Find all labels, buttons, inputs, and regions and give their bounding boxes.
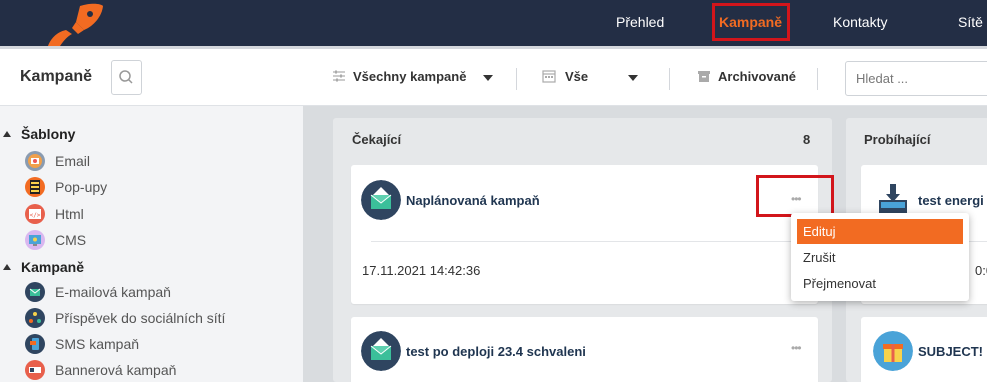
search-input[interactable]: [845, 61, 987, 96]
sms-icon: [25, 334, 45, 354]
sidebar-item-label: Html: [55, 206, 84, 222]
menu-item-edituj[interactable]: Edituj: [797, 219, 963, 244]
nav-site[interactable]: Sítě: [958, 14, 983, 30]
archived-button[interactable]: Archivované: [718, 69, 796, 84]
card-title[interactable]: SUBJECT!: [918, 344, 983, 359]
sidebar-item-popups[interactable]: Pop-upy: [25, 176, 107, 198]
sidebar-item-html[interactable]: </> Html: [25, 203, 84, 225]
campaign-card[interactable]: SUBJECT!: [861, 317, 987, 382]
sidebar-item-label: Bannerová kampaň: [55, 362, 177, 378]
archive-icon: [698, 71, 710, 82]
banner-icon: [25, 360, 45, 380]
chevron-down-icon: [628, 75, 638, 81]
sidebar: Šablony Email Pop-upy </> Html CMS Kampa…: [0, 106, 303, 382]
card-divider: [371, 241, 798, 242]
sidebar-item-banner[interactable]: Bannerová kampaň: [25, 359, 176, 381]
svg-text:</>: </>: [30, 212, 41, 219]
rocket-logo-icon[interactable]: [42, 2, 106, 46]
menu-highlight-box: [756, 175, 834, 217]
column-title: Probíhající: [864, 132, 931, 147]
section-label: Šablony: [21, 126, 76, 142]
filter-campaigns-dropdown[interactable]: Všechny kampaně: [353, 69, 466, 84]
search-button[interactable]: [111, 60, 142, 95]
menu-item-prejmenovat[interactable]: Přejmenovat: [797, 271, 963, 296]
sidebar-item-sms[interactable]: SMS kampaň: [25, 333, 139, 355]
column-cekajici: Čekající 8 Naplánovaná kampaň ••• 17.11.…: [333, 118, 832, 382]
campaign-card[interactable]: Naplánovaná kampaň ••• 17.11.2021 14:42:…: [351, 165, 818, 304]
chevron-down-icon: [483, 75, 493, 81]
gift-icon: [873, 331, 913, 371]
popup-icon: [25, 177, 45, 197]
calendar-icon: [542, 70, 556, 83]
top-navbar: Přehled Kampaně Kontakty Sítě: [0, 0, 987, 46]
menu-item-zrusit[interactable]: Zrušit: [797, 245, 963, 270]
email-template-icon: [25, 151, 45, 171]
sidebar-item-cms[interactable]: CMS: [25, 229, 86, 251]
card-menu-dots[interactable]: •••: [791, 341, 802, 355]
sidebar-item-social-post[interactable]: Příspěvek do sociálních sítí: [25, 307, 225, 329]
email-campaign-icon: [361, 331, 401, 371]
sidebar-item-email-campaign[interactable]: E-mailová kampaň: [25, 281, 171, 303]
sidebar-item-label: E-mailová kampaň: [55, 284, 171, 300]
nav-prehled[interactable]: Přehled: [616, 14, 664, 30]
divider: [669, 68, 670, 90]
collapse-triangle-icon: [3, 264, 11, 270]
card-date: 0:0: [975, 263, 987, 278]
card-title[interactable]: test po deploji 23.4 schvaleni: [406, 344, 586, 359]
nav-highlight-box: [712, 3, 790, 41]
column-title: Čekající: [352, 132, 402, 147]
card-title[interactable]: test energi: [918, 193, 984, 208]
card-context-menu: Edituj Zrušit Přejmenovat: [791, 213, 969, 301]
social-post-icon: [25, 308, 45, 328]
sidebar-item-email[interactable]: Email: [25, 150, 90, 172]
sliders-icon: [333, 70, 345, 82]
sidebar-item-label: SMS kampaň: [55, 336, 140, 352]
card-title[interactable]: Naplánovaná kampaň: [406, 193, 540, 208]
sidebar-item-label: Příspěvek do sociálních sítí: [55, 310, 226, 326]
sidebar-item-label: CMS: [55, 232, 87, 248]
filter-time-dropdown[interactable]: Vše: [565, 69, 588, 84]
sidebar-item-label: Pop-upy: [55, 179, 108, 195]
sidebar-section-sablony[interactable]: Šablony: [3, 126, 75, 142]
email-campaign-icon: [361, 180, 401, 220]
campaign-card[interactable]: test po deploji 23.4 schvaleni •••: [351, 317, 818, 382]
collapse-triangle-icon: [3, 131, 11, 137]
card-date: 17.11.2021 14:42:36: [362, 263, 481, 278]
email-campaign-icon: [25, 282, 45, 302]
page-title: Kampaně: [20, 68, 93, 85]
toolbar: Kampaně Všechny kampaně Vše Archivované: [0, 46, 987, 106]
html-icon: </>: [25, 204, 45, 224]
divider: [817, 68, 818, 90]
search-icon: [119, 70, 133, 84]
divider: [516, 68, 517, 90]
column-count: 8: [803, 132, 811, 147]
cms-icon: [25, 230, 45, 250]
nav-kontakty[interactable]: Kontakty: [833, 14, 887, 30]
section-label: Kampaně: [21, 259, 85, 275]
sidebar-section-kampane[interactable]: Kampaně: [3, 259, 84, 275]
sidebar-item-label: Email: [55, 153, 91, 169]
